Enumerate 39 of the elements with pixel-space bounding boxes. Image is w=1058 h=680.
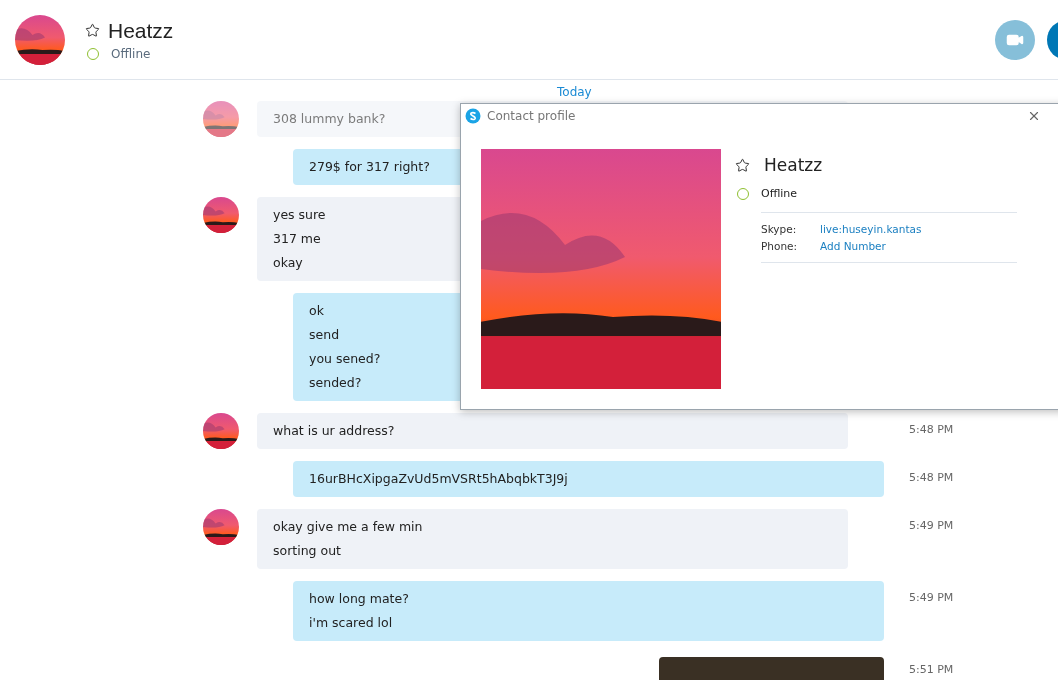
message-text: what is ur address? <box>273 422 395 440</box>
sender-avatar <box>203 101 239 137</box>
message-text: i'm scared lol <box>309 614 393 632</box>
message-text: sorting out <box>273 542 341 560</box>
star-icon[interactable] <box>735 157 750 173</box>
message-text: 279$ for 317 right? <box>309 158 430 176</box>
close-button[interactable] <box>1027 109 1041 123</box>
message-time: 5:49 PM <box>909 590 955 606</box>
sender-avatar <box>203 197 239 233</box>
message-text: 317 me <box>273 230 321 248</box>
profile-status: Offline <box>761 187 798 200</box>
message-text: send <box>309 326 340 344</box>
star-icon[interactable] <box>85 23 100 38</box>
message-text: 308 lummy bank? <box>273 110 386 128</box>
message-time: 5:48 PM <box>909 422 955 438</box>
contact-avatar <box>15 14 65 65</box>
dialog-title: Contact profile <box>487 109 576 123</box>
message-text: okay give me a few min <box>273 518 423 536</box>
field-label: Skype: <box>761 223 798 235</box>
message-text: ok <box>309 302 324 320</box>
field-link[interactable]: Add Number <box>820 240 1017 252</box>
profile-name: Heatzz <box>764 155 823 175</box>
message-text: how long mate? <box>309 590 409 608</box>
status-text: Offline <box>111 46 151 61</box>
sender-avatar <box>203 413 239 449</box>
message-time: 5:48 PM <box>909 470 955 486</box>
message-text: yes sure <box>273 206 326 224</box>
contact-name: Heatzz <box>108 18 174 43</box>
message-text: okay <box>273 254 303 272</box>
sender-avatar <box>203 509 239 545</box>
message-time: 5:51 PM <box>909 662 955 678</box>
message-text: sended? <box>309 374 362 392</box>
message-time: 5:49 PM <box>909 518 955 534</box>
field-label: Phone: <box>761 240 799 252</box>
message-text: 16urBHcXipgaZvUd5mVSRt5hAbqbkT3J9j <box>309 470 568 488</box>
message-text: you sened? <box>309 350 381 368</box>
date-label: Today <box>557 86 592 98</box>
field-link[interactable]: live:huseyin.kantas <box>820 223 1017 235</box>
logo-icon <box>465 108 481 124</box>
